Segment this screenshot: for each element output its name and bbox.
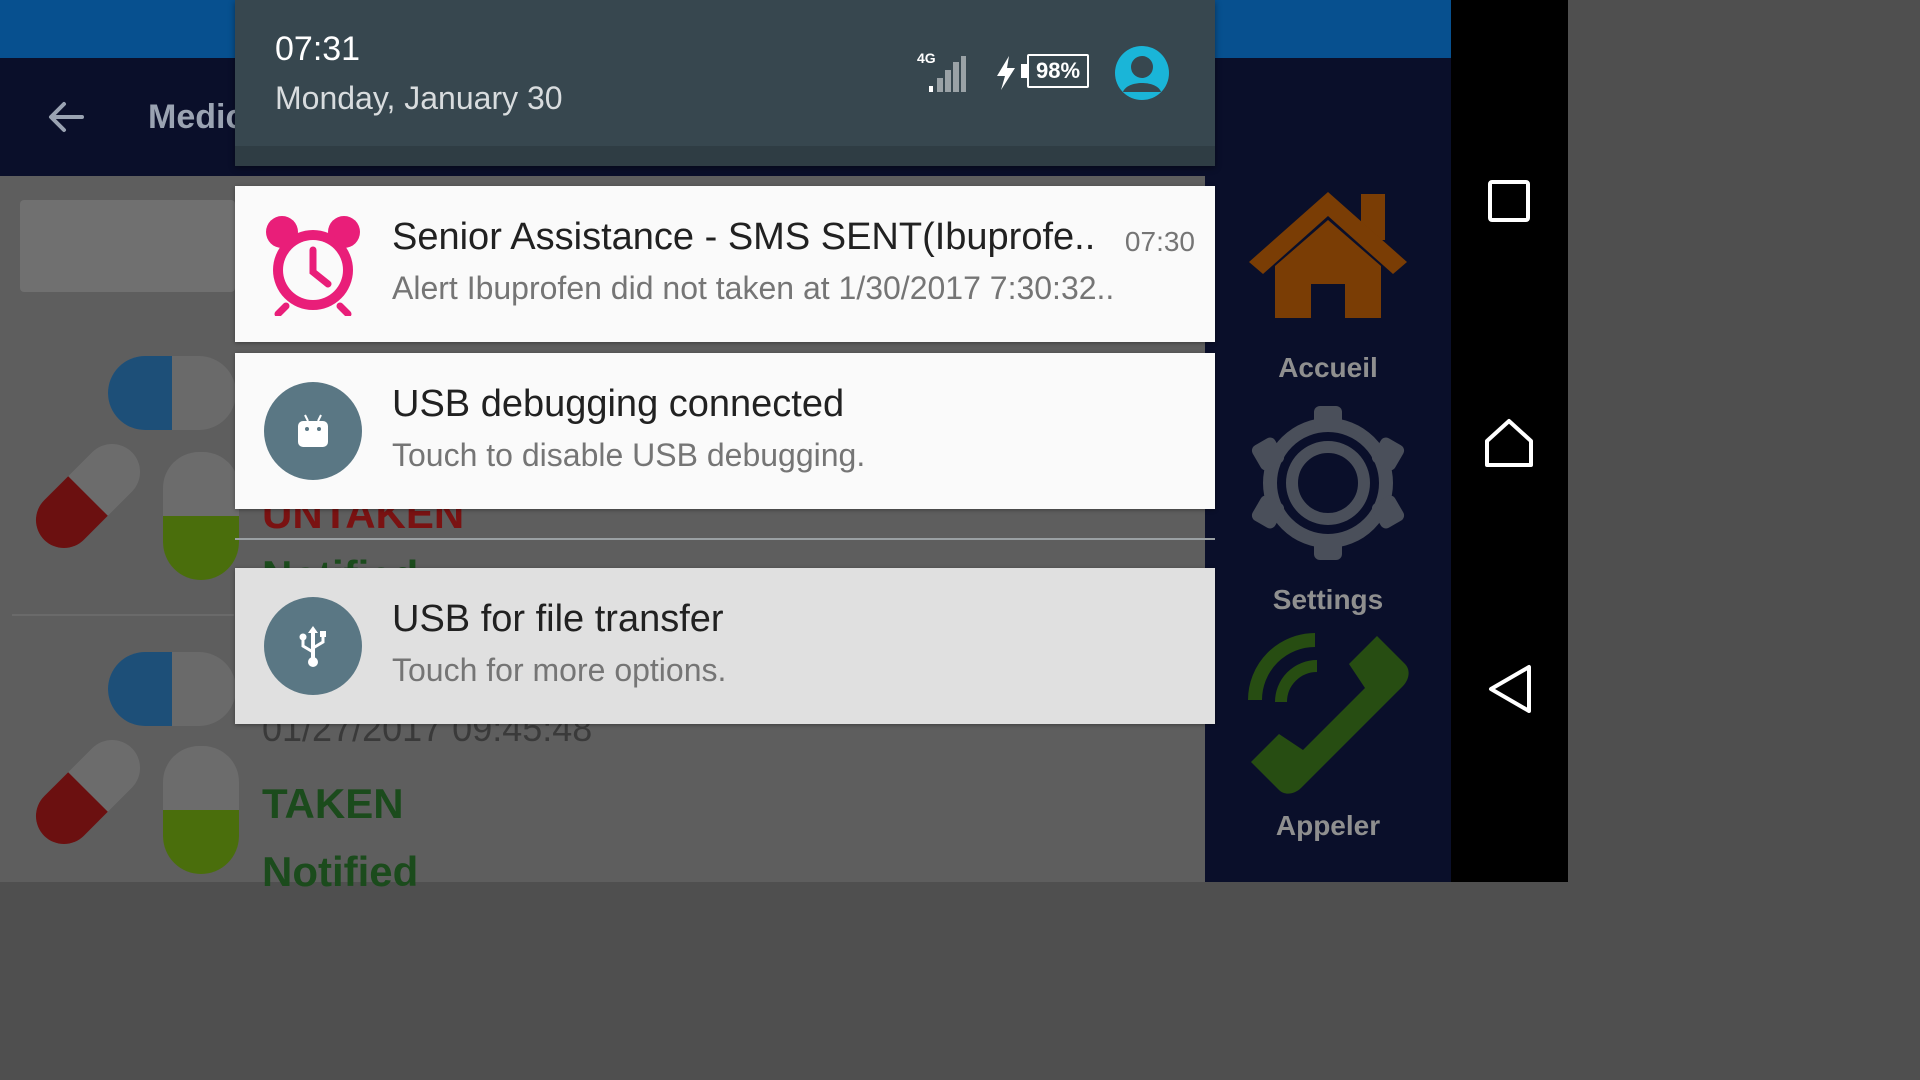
android-head-icon xyxy=(298,414,328,447)
usb-symbol-icon xyxy=(299,626,326,667)
charging-icon xyxy=(997,56,1015,90)
pill-icon xyxy=(108,356,236,430)
notification-usb-file-transfer[interactable]: USB for file transfer Touch for more opt… xyxy=(235,568,1215,724)
home-nav-icon xyxy=(1485,419,1533,467)
person-icon xyxy=(1123,56,1161,92)
recents-button[interactable] xyxy=(1478,170,1540,232)
alarm-clock-icon xyxy=(266,216,360,316)
notification-time: 07:30 xyxy=(1124,226,1195,257)
status-taken: TAKEN xyxy=(262,780,404,827)
capsule-icon xyxy=(35,739,141,845)
notification-title: USB debugging connected xyxy=(392,383,845,425)
clock-date[interactable]: Monday, January 30 xyxy=(275,80,563,117)
search-box[interactable] xyxy=(20,200,235,292)
nav-accueil[interactable]: Accueil xyxy=(1205,178,1451,398)
nav-settings[interactable]: Settings xyxy=(1205,402,1451,622)
home-icon xyxy=(1249,192,1407,318)
back-nav-icon xyxy=(1489,665,1531,713)
recents-icon xyxy=(1488,180,1530,222)
notification-text: Touch for more options. xyxy=(392,652,727,688)
notification-shade-header: 07:31 Monday, January 30 4G 98% xyxy=(235,0,1215,166)
app-title: Medic xyxy=(148,98,245,136)
pill-icon xyxy=(108,652,236,726)
shade-header-strip xyxy=(235,146,1215,166)
notification-text: Touch to disable USB debugging. xyxy=(392,437,866,473)
user-avatar-icon[interactable] xyxy=(1115,46,1169,100)
notification-title: Senior Assistance - SMS SENT(Ibuprofe.. xyxy=(392,216,1096,258)
usb-icon xyxy=(264,597,362,695)
android-debug-icon xyxy=(264,382,362,480)
clock-time: 07:31 xyxy=(275,30,361,68)
gear-icon xyxy=(1251,406,1405,560)
back-button[interactable] xyxy=(1478,658,1540,720)
nav-label-accueil: Accueil xyxy=(1278,352,1378,383)
notification-senior-assistance[interactable]: Senior Assistance - SMS SENT(Ibuprofe.. … xyxy=(235,186,1215,342)
phone-icon xyxy=(1248,633,1409,794)
list-divider xyxy=(12,614,234,616)
signal-bars-icon xyxy=(929,56,966,92)
home-button[interactable] xyxy=(1478,412,1540,474)
status-notified: Notified xyxy=(262,848,419,895)
notification-title: USB for file transfer xyxy=(392,598,724,640)
notification-usb-debugging[interactable]: USB debugging connected Touch to disable… xyxy=(235,353,1215,509)
capsule-icon xyxy=(35,443,141,549)
nav-label-appeler: Appeler xyxy=(1275,810,1381,841)
notification-text: Alert Ibuprofen did not taken at 1/30/20… xyxy=(392,270,1115,306)
nav-label-settings: Settings xyxy=(1272,584,1384,615)
notification-divider xyxy=(235,538,1215,540)
battery-level: 98% xyxy=(1027,54,1089,88)
bottle-icon xyxy=(163,746,239,874)
nav-appeler[interactable]: Appeler xyxy=(1205,630,1451,860)
bottle-icon xyxy=(163,452,239,580)
side-nav-panel: Accueil Settings Appeler xyxy=(1205,58,1451,882)
back-arrow-icon[interactable] xyxy=(42,92,92,142)
